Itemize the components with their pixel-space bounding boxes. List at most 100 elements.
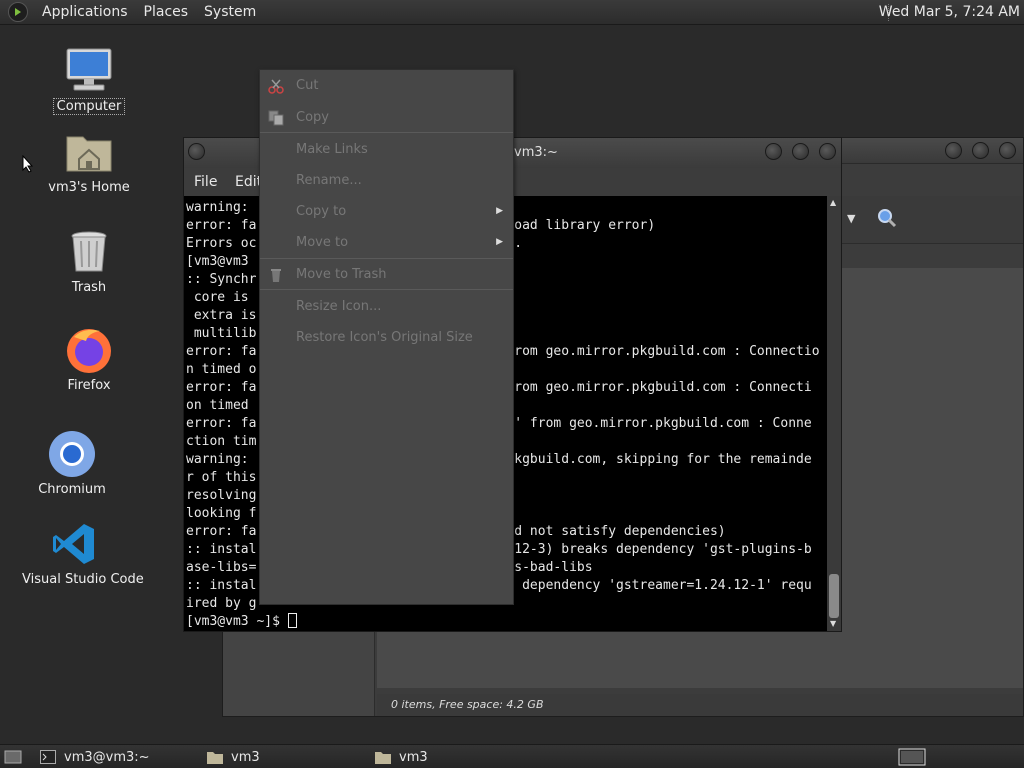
menu-item-move-to-trash[interactable]: Move to Trash [260,261,513,289]
menu-separator [260,289,513,290]
terminal-line-left: warning: [186,200,257,215]
clock[interactable]: Wed Mar 5, 7:24 AM [879,4,1020,20]
terminal-line-right: .12-3) breaks dependency 'gst-plugins-b [506,542,812,557]
terminal-line-left: ction tim [186,434,257,449]
bottom-panel: vm3@vm3:~ vm3 vm3 [0,744,1024,768]
submenu-arrow-icon: ▶ [496,237,503,247]
status-bar: 0 items, Free space: 4.2 GB [377,694,1023,716]
terminal-line-right: ns-bad-libs [506,560,593,575]
terminal-line-left: multilib [186,326,257,341]
menu-item-cut[interactable]: Cut [260,72,513,100]
terminal-line-left: error: fa [186,344,257,359]
top-panel: Applications Places System Wed Mar 5, 7:… [0,0,1024,25]
show-desktop-button[interactable] [4,747,22,767]
scrollbar-thumb[interactable] [829,574,839,618]
home-folder-icon [63,126,115,178]
terminal-line-left: error: fa [186,218,257,233]
desktop-icon-vscode[interactable]: Visual Studio Code [19,518,144,587]
close-button[interactable] [819,143,836,160]
terminal-line-left: ired by g [186,596,257,611]
trash-icon [63,226,115,278]
submenu-arrow-icon: ▶ [496,206,503,216]
close-button[interactable] [999,142,1016,159]
menu-item-copy[interactable]: Copy [260,104,513,132]
terminal-icon [40,750,56,764]
terminal-line-left: core is [186,290,257,305]
menu-separator [260,132,513,133]
context-menu: Cut Copy Make Links Rename... Copy to ▶ … [259,69,514,605]
menu-places[interactable]: Places [136,4,197,20]
vscode-icon [48,518,100,570]
terminal-line-right: from geo.mirror.pkgbuild.com : Connectio [506,344,820,359]
terminal-line-left: resolving [186,488,257,503]
terminal-line-left: Errors oc [186,236,257,251]
chevron-down-icon[interactable]: ▼ [847,212,855,225]
terminal-prompt-line[interactable]: [vm3@vm3 ~]$ [186,613,825,631]
terminal-line-right: b' from geo.mirror.pkgbuild.com : Conne [506,416,812,431]
search-icon[interactable] [875,206,899,230]
scroll-up-icon[interactable]: ▲ [830,198,836,207]
menu-applications[interactable]: Applications [34,4,136,20]
terminal-line-right: s dependency 'gstreamer=1.24.12-1' requ [506,578,812,593]
menu-item-copy-to[interactable]: Copy to ▶ [260,198,513,226]
menu-item-move-to[interactable]: Move to ▶ [260,229,513,257]
task-file-manager-1[interactable]: vm3 [207,747,260,767]
maximize-button[interactable] [972,142,989,159]
menu-item-restore-icon-size[interactable]: Restore Icon's Original Size [260,324,513,352]
terminal-line-left: extra is [186,308,257,323]
trash-icon [271,269,281,282]
desktop-icon-label: vm3's Home [48,180,130,195]
desktop-icon-label: Chromium [38,482,106,497]
task-file-manager-2[interactable]: vm3 [375,747,428,767]
desktop-icon-label: Trash [71,280,107,295]
terminal-prompt: [vm3@vm3 ~]$ [186,614,288,629]
terminal-line-right: pkgbuild.com, skipping for the remainde [506,452,812,467]
menu-item-make-links[interactable]: Make Links [260,136,513,164]
folder-icon [207,752,223,764]
terminal-scrollbar[interactable]: ▲ ▼ [827,196,841,631]
scissors-icon [268,79,284,94]
terminal-line-left: error: fa [186,380,257,395]
desktop-icon-label: Visual Studio Code [22,572,144,587]
menu-file[interactable]: File [194,174,217,190]
scroll-down-icon[interactable]: ▼ [830,619,836,628]
terminal-line-left: [vm3@vm3 [186,254,257,269]
firefox-icon [63,324,115,376]
distro-logo-icon[interactable] [8,2,28,22]
workspace-icon [898,748,926,766]
menu-item-rename[interactable]: Rename... [260,167,513,195]
terminal-line-left: ase-libs= [186,560,257,575]
menu-item-resize-icon[interactable]: Resize Icon... [260,293,513,321]
chromium-icon [46,428,98,480]
maximize-button[interactable] [792,143,809,160]
minimize-button[interactable] [765,143,782,160]
terminal-line-left: looking f [186,506,257,521]
terminal-line-left: error: fa [186,416,257,431]
terminal-line-left: r of this [186,470,257,485]
menu-separator [260,258,513,259]
terminal-line-right: from geo.mirror.pkgbuild.com : Connecti [506,380,812,395]
folder-icon [375,752,391,764]
terminal-cursor [287,613,297,628]
terminal-line-left: error: fa [186,524,257,539]
terminal-line-left: n timed o [186,362,257,377]
terminal-line-left: on timed [186,398,257,413]
minimize-button[interactable] [945,142,962,159]
window-menu-button[interactable] [188,143,205,160]
desktop-icon-chromium[interactable]: Chromium [17,428,127,497]
terminal-line-left: :: instal [186,542,257,557]
terminal-line-left: warning: [186,452,257,467]
desktop-icon-trash[interactable]: Trash [34,226,144,295]
desktop-icon-home[interactable]: vm3's Home [34,126,144,195]
desktop-icon-firefox[interactable]: Firefox [34,324,144,393]
terminal-line-right: load library error) [506,218,656,233]
show-desktop-icon [4,750,22,764]
menu-system[interactable]: System [196,4,264,20]
workspace-switcher[interactable] [898,747,926,767]
task-terminal[interactable]: vm3@vm3:~ [40,747,150,767]
desktop-icon-computer[interactable]: Computer [34,44,144,115]
terminal-line-right: ld not satisfy dependencies) [506,524,726,539]
computer-icon [63,44,115,96]
terminal-line-left: :: Synchr [186,272,257,287]
terminal-line-left: :: instal [186,578,257,593]
